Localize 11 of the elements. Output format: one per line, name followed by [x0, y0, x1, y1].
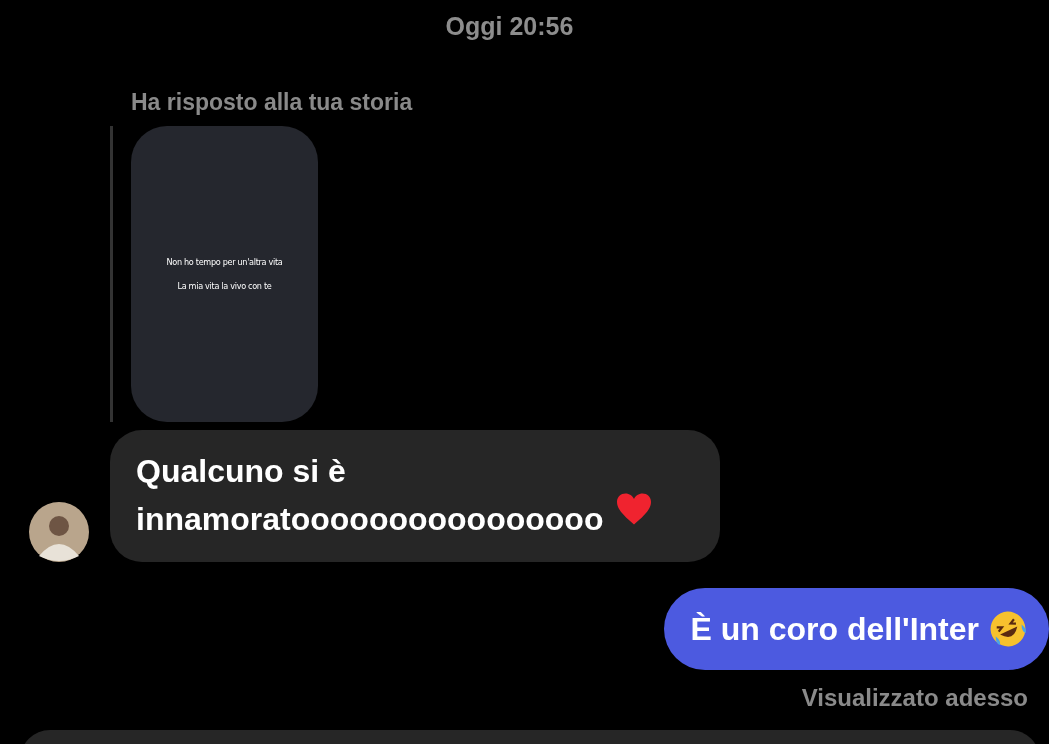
story-text: La mia vita la vivo con te [177, 281, 272, 291]
story-reply-label: Ha risposto alla tua storia [131, 89, 414, 116]
incoming-message: Qualcuno si è innamoratoooooooooooooooo [110, 430, 720, 562]
outgoing-message: È un coro dell'Inter [664, 588, 1049, 670]
seen-status: Visualizzato adesso [801, 684, 1028, 712]
avatar[interactable] [29, 502, 89, 562]
story-preview[interactable]: Non ho tempo per un'altra vita La mia vita la vivo con te [131, 126, 318, 422]
laughing-face-icon [989, 610, 1027, 648]
heart-icon [615, 492, 654, 526]
story-text: Non ho tempo per un'altra vita [166, 257, 283, 267]
timestamp: Oggi 20:56 [445, 12, 574, 41]
